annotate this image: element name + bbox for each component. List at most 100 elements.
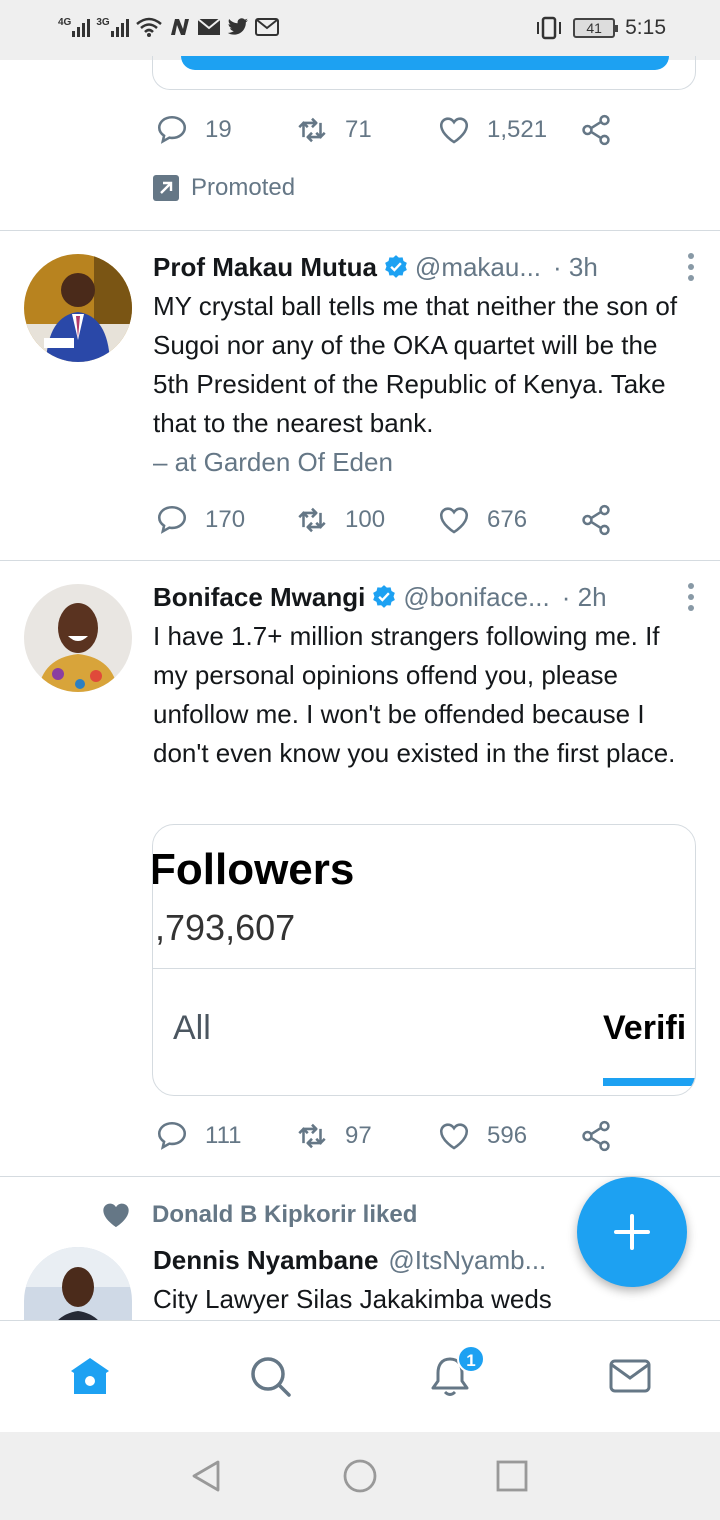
wifi-icon: [135, 17, 162, 37]
avatar[interactable]: [24, 254, 132, 362]
heart-filled-icon: [103, 1203, 129, 1227]
author-name[interactable]: Prof Makau Mutua: [153, 252, 377, 283]
tweet-location[interactable]: – at Garden Of Eden: [153, 443, 698, 482]
more-options-icon[interactable]: [688, 253, 696, 281]
retweet-count: 97: [345, 1122, 372, 1149]
back-triangle-icon: [192, 1460, 220, 1492]
verified-badge-icon: [373, 585, 396, 608]
tweet-time: · 2h: [561, 581, 607, 612]
status-bar: 4G 3G 41 5:15: [0, 0, 720, 60]
signal-3g-icon: 3G: [96, 17, 129, 37]
notification-badge: 1: [457, 1345, 485, 1373]
system-recents-button[interactable]: [494, 1458, 530, 1494]
embed-tab-all: All: [173, 1009, 211, 1047]
promoted-label: Promoted: [153, 174, 295, 202]
heart-icon: [439, 507, 469, 534]
retweet-count: 100: [345, 506, 386, 533]
like-button[interactable]: 676: [437, 503, 579, 537]
reply-button[interactable]: 170: [155, 503, 295, 537]
promoted-icon: [153, 175, 179, 201]
vibrate-icon: [537, 16, 562, 40]
tweet-text: MY crystal ball tells me that neither th…: [153, 291, 678, 438]
liked-by-text[interactable]: Donald B Kipkorir liked: [152, 1201, 417, 1229]
reply-button[interactable]: 19: [155, 113, 295, 147]
reply-icon: [157, 1121, 187, 1150]
author-name[interactable]: Boniface Mwangi: [153, 582, 365, 613]
like-count: 676: [487, 506, 528, 533]
status-right-icons: 41 5:15: [535, 16, 666, 40]
divider: [0, 560, 720, 561]
like-count: 1,521: [487, 116, 548, 143]
retweet-button[interactable]: 71: [295, 113, 437, 147]
battery-indicator: 41: [573, 18, 619, 38]
share-button[interactable]: [579, 1119, 613, 1153]
like-button[interactable]: 596: [437, 1119, 579, 1153]
social-context: Donald B Kipkorir liked: [100, 1199, 417, 1231]
embed-divider: [153, 968, 695, 969]
search-icon: [251, 1357, 291, 1397]
gmail-icon: [254, 18, 279, 36]
share-icon: [582, 504, 610, 536]
divider: [0, 1176, 720, 1177]
retweet-button[interactable]: 97: [295, 1119, 437, 1153]
promo-card-button[interactable]: [181, 56, 669, 70]
retweet-icon: [298, 117, 326, 143]
nav-notifications[interactable]: 1: [427, 1345, 485, 1399]
nav-messages[interactable]: [607, 1353, 653, 1399]
share-button[interactable]: [579, 503, 613, 537]
bottom-navigation: 1: [0, 1320, 720, 1432]
author-handle[interactable]: @ItsNyamb...: [388, 1245, 546, 1276]
signal-4g-icon: 4G: [58, 17, 91, 37]
plus-icon: [614, 1214, 650, 1250]
tweet-text-block: City Lawyer Silas Jakakimba weds: [153, 1280, 698, 1319]
avatar[interactable]: [24, 1247, 132, 1321]
recents-square-icon: [496, 1460, 528, 1492]
reply-count: 19: [205, 116, 232, 143]
home-circle-icon: [343, 1459, 377, 1493]
retweet-count: 71: [345, 116, 372, 143]
system-back-button[interactable]: [188, 1458, 224, 1494]
author-handle[interactable]: @makau...: [415, 252, 541, 283]
reply-button[interactable]: 111: [155, 1119, 295, 1153]
share-button[interactable]: [579, 113, 613, 147]
network-type-label: 3G: [96, 17, 110, 28]
system-home-button[interactable]: [342, 1458, 378, 1494]
envelope-icon: [609, 1359, 651, 1393]
reply-icon: [157, 505, 187, 534]
share-icon: [582, 1120, 610, 1152]
embedded-image-card[interactable]: Followers ,793,607 All Verifi: [152, 824, 696, 1096]
author-name[interactable]: Dennis Nyambane: [153, 1245, 378, 1276]
system-navigation-bar: [0, 1432, 720, 1520]
embed-title: Followers: [152, 845, 355, 894]
clock: 5:15: [625, 16, 666, 39]
promoted-text: Promoted: [191, 174, 296, 201]
heart-icon: [439, 117, 469, 144]
status-left-icons: 4G 3G: [58, 16, 279, 38]
twitter-icon: [227, 18, 248, 35]
reply-icon: [157, 115, 187, 144]
promo-card[interactable]: [152, 56, 696, 90]
nav-search[interactable]: [247, 1353, 293, 1399]
n-app-icon: [170, 19, 189, 35]
avatar[interactable]: [24, 584, 132, 692]
embed-follower-count: ,793,607: [155, 907, 296, 948]
heart-icon: [439, 1123, 469, 1150]
retweet-icon: [298, 507, 326, 533]
tweet-header: Prof Makau Mutua @makau... · 3h: [153, 249, 696, 285]
divider: [0, 230, 720, 231]
more-options-icon[interactable]: [688, 583, 696, 611]
like-count: 596: [487, 1122, 528, 1149]
compose-tweet-button[interactable]: [577, 1177, 687, 1287]
tweet-text: City Lawyer Silas Jakakimba weds: [153, 1284, 552, 1314]
author-handle[interactable]: @boniface...: [403, 582, 549, 613]
tweet-text-block: I have 1.7+ million strangers following …: [153, 617, 698, 773]
like-button[interactable]: 1,521: [437, 113, 579, 147]
tweet-actions: 111 97 596: [155, 1116, 625, 1156]
embed-tab-verified: Verifi: [603, 1009, 687, 1047]
tweet-actions: 170 100 676: [155, 500, 625, 540]
tweet-time: · 3h: [553, 251, 598, 282]
nav-home[interactable]: [67, 1353, 113, 1399]
tweet-actions: 19 71 1,521: [155, 110, 625, 150]
retweet-button[interactable]: 100: [295, 503, 437, 537]
embed-tab-indicator: [603, 1078, 695, 1086]
